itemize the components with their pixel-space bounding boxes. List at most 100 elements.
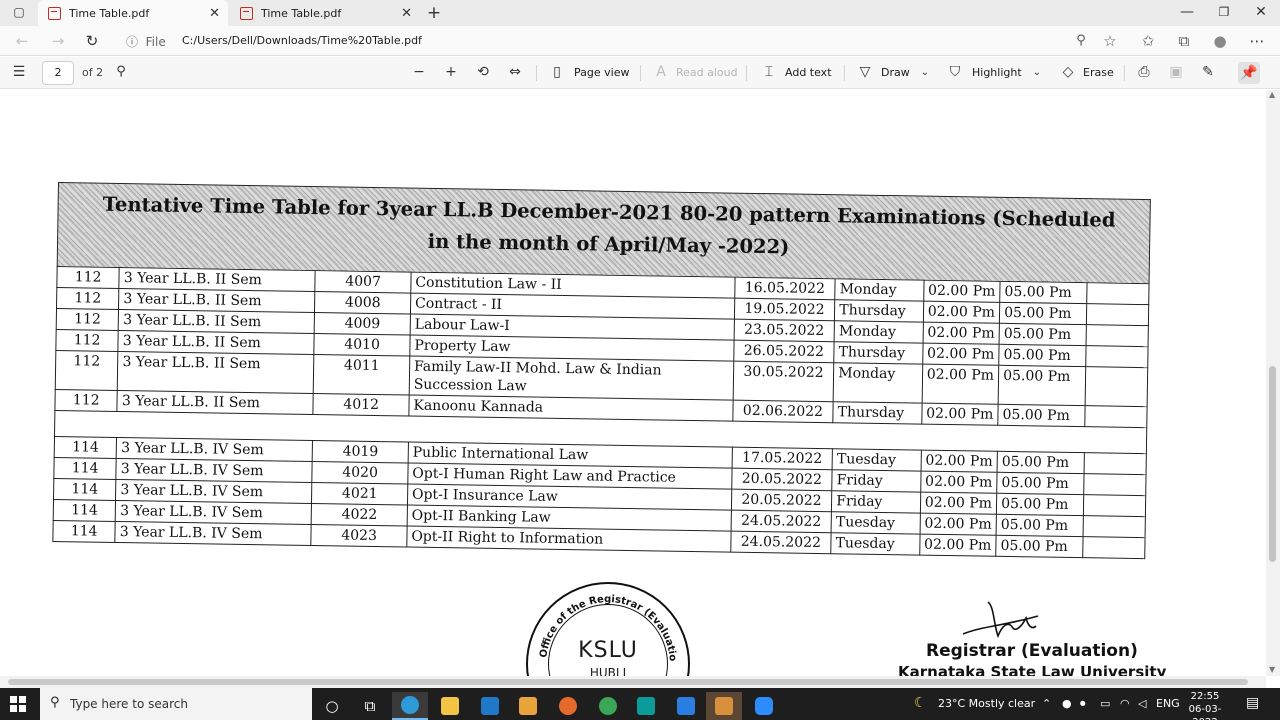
url-field[interactable]: C:/Users/Dell/Downloads/Time%20Table.pdf bbox=[182, 34, 422, 47]
pin-toolbar-icon[interactable]: 📌 bbox=[1238, 62, 1260, 84]
vertical-scroll-thumb[interactable] bbox=[1269, 366, 1276, 562]
language-indicator[interactable]: ENG bbox=[1156, 697, 1180, 710]
favorites-icon[interactable]: ✩ bbox=[1139, 32, 1157, 50]
network-icon[interactable]: ▭ bbox=[1100, 697, 1110, 710]
cell-to: 05.00 Pm bbox=[996, 493, 1084, 516]
cell-code: 114 bbox=[53, 499, 116, 522]
cell-date: 24.05.2022 bbox=[730, 510, 832, 533]
more-options-icon[interactable]: ⋯ bbox=[1248, 32, 1266, 50]
tab-time-table-1[interactable]: Time Table.pdf ✕ bbox=[38, 0, 228, 26]
taskbar-search[interactable]: ⚲ Type here to search bbox=[40, 688, 312, 720]
read-aloud-button[interactable]: Read aloud bbox=[676, 66, 738, 79]
app-icon[interactable] bbox=[628, 692, 664, 720]
page-view-button[interactable]: Page view bbox=[574, 66, 629, 79]
zoom-app-icon[interactable] bbox=[746, 692, 782, 720]
cell-date: 20.05.2022 bbox=[731, 468, 833, 491]
refresh-icon[interactable]: ↻ bbox=[83, 32, 101, 50]
draw-icon[interactable]: ▽ bbox=[856, 64, 874, 80]
tray-chevron-icon[interactable]: ⌃ bbox=[1042, 697, 1051, 710]
collections-icon[interactable]: ⧉ bbox=[1175, 32, 1193, 50]
erase-button[interactable]: Erase bbox=[1083, 66, 1114, 79]
tab-actions-icon[interactable]: ▢ bbox=[10, 5, 28, 19]
pdf-icon bbox=[48, 6, 61, 20]
search-icon[interactable]: ⚲ bbox=[112, 64, 130, 79]
read-aloud-icon: A bbox=[656, 64, 666, 80]
cell-from: 02.00 Pm bbox=[919, 534, 997, 557]
draw-chevron-down-icon[interactable]: ⌄ bbox=[916, 67, 934, 78]
zoom-icon[interactable]: ⚲ bbox=[1072, 33, 1090, 48]
cell-day: Thursday bbox=[834, 299, 924, 323]
media-app-icon[interactable] bbox=[706, 692, 742, 720]
cell-blank bbox=[1082, 494, 1146, 517]
cell-blank bbox=[1082, 515, 1146, 538]
tab-time-table-2[interactable]: Time Table.pdf ✕ bbox=[230, 0, 420, 26]
close-tab-icon[interactable]: ✕ bbox=[209, 6, 220, 21]
file-explorer-icon[interactable] bbox=[432, 692, 468, 720]
forward-icon[interactable]: → bbox=[49, 32, 67, 50]
rotate-icon[interactable]: ⟲ bbox=[474, 64, 492, 80]
task-view-icon[interactable]: ⧉ bbox=[352, 692, 388, 720]
cell-from: 02.00 Pm bbox=[922, 343, 1000, 366]
weather-text[interactable]: 23°C Mostly clear bbox=[938, 697, 1035, 710]
photos-icon[interactable] bbox=[668, 692, 704, 720]
scroll-down-icon[interactable]: ▼ bbox=[1269, 665, 1275, 674]
window-close-icon[interactable]: ✕ bbox=[1252, 4, 1270, 20]
mail-icon[interactable] bbox=[472, 692, 508, 720]
highlight-chevron-down-icon[interactable]: ⌄ bbox=[1028, 67, 1046, 78]
start-button[interactable] bbox=[10, 696, 26, 712]
cell-code: 114 bbox=[54, 436, 117, 459]
pdf-toolbar: ☰ 2 of 2 ⚲ − + ⟲ ⇔ ▯ Page view A Read al… bbox=[0, 57, 1280, 89]
favorite-add-icon[interactable]: ☆ bbox=[1101, 32, 1119, 50]
cell-from: 02.00 Pm bbox=[920, 471, 998, 494]
site-info-button[interactable]: ⓘ File bbox=[126, 33, 166, 50]
firefox-icon[interactable] bbox=[550, 692, 586, 720]
chrome-icon[interactable] bbox=[590, 692, 626, 720]
scanned-timetable: Tentative Time Table for 3year LL.B Dece… bbox=[52, 182, 1151, 559]
maximize-icon[interactable]: ❐ bbox=[1215, 5, 1233, 19]
horizontal-scrollbar[interactable] bbox=[0, 676, 1266, 688]
minimize-icon[interactable]: — bbox=[1178, 4, 1196, 20]
timetable-header: Tentative Time Table for 3year LL.B Dece… bbox=[56, 182, 1151, 284]
cell-day: Tuesday bbox=[830, 532, 920, 556]
volume-icon[interactable]: ◁ bbox=[1138, 697, 1146, 710]
print-icon[interactable]: ⎙ bbox=[1135, 64, 1153, 80]
add-text-icon[interactable]: ⌶ bbox=[760, 64, 778, 80]
vertical-scrollbar[interactable]: ▲ ▼ bbox=[1266, 90, 1280, 676]
clock[interactable]: 22:55 06-03-2022 bbox=[1180, 690, 1230, 720]
cell-code: 114 bbox=[53, 457, 117, 480]
microphone-icon[interactable]: ⏺ bbox=[1080, 697, 1086, 711]
edge-app-icon[interactable] bbox=[392, 692, 428, 720]
horizontal-scroll-thumb[interactable] bbox=[8, 679, 1248, 685]
cell-day: Thursday bbox=[833, 341, 923, 365]
add-text-button[interactable]: Add text bbox=[785, 66, 832, 79]
contents-icon[interactable]: ☰ bbox=[10, 64, 28, 80]
cell-date: 17.05.2022 bbox=[731, 447, 833, 470]
highlight-button[interactable]: Highlight bbox=[972, 66, 1022, 79]
save-icon[interactable]: ▣ bbox=[1167, 64, 1185, 80]
notifications-icon[interactable]: ▤ bbox=[1246, 695, 1259, 711]
cell-from: 02.00 Pm bbox=[920, 450, 998, 473]
scroll-up-icon[interactable]: ▲ bbox=[1269, 90, 1275, 99]
cell-subject: Opt-II Right to Information bbox=[406, 526, 731, 553]
wifi-icon[interactable]: ◠ bbox=[1120, 697, 1130, 710]
file-scheme-label: File bbox=[145, 35, 166, 49]
eraser-icon[interactable]: ◇ bbox=[1059, 64, 1077, 80]
weather-icon[interactable]: ☾ bbox=[914, 695, 927, 711]
profile-avatar[interactable]: ● bbox=[1211, 32, 1229, 50]
zoom-in-icon[interactable]: + bbox=[442, 64, 460, 80]
highlight-icon[interactable]: ⛉ bbox=[946, 64, 964, 80]
save-as-icon[interactable]: ✎ bbox=[1199, 64, 1217, 80]
new-tab-button[interactable]: + bbox=[425, 3, 443, 23]
cell-sem: 3 Year LL.B. IV Sem bbox=[115, 479, 313, 504]
cell-blank bbox=[1083, 452, 1147, 475]
tray-app-icon[interactable]: ● bbox=[1062, 697, 1072, 710]
fit-page-icon[interactable]: ⇔ bbox=[506, 64, 524, 80]
store-icon[interactable] bbox=[510, 692, 546, 720]
cortana-icon[interactable]: ○ bbox=[314, 692, 350, 720]
page-number-input[interactable]: 2 bbox=[42, 61, 74, 85]
back-icon[interactable]: ← bbox=[13, 32, 31, 50]
page-view-icon[interactable]: ▯ bbox=[548, 64, 566, 80]
zoom-out-icon[interactable]: − bbox=[410, 64, 428, 80]
draw-button[interactable]: Draw bbox=[881, 66, 910, 79]
close-tab-icon[interactable]: ✕ bbox=[401, 6, 412, 21]
